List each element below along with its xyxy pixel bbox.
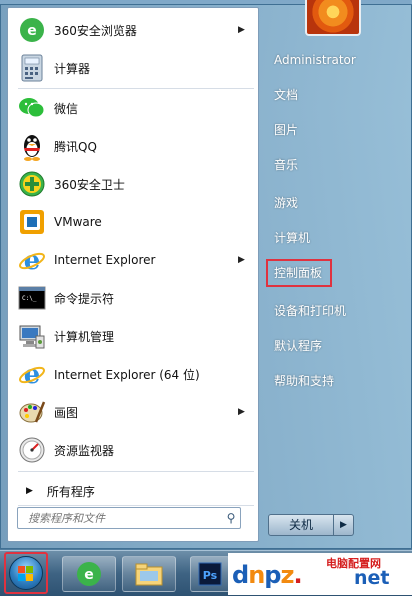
watermark-domain: dnpz. [232, 561, 303, 589]
360-security-icon [16, 168, 48, 200]
right-item-pictures[interactable]: 图片 [274, 117, 298, 143]
wechat-icon [16, 92, 48, 124]
wm-d: d [232, 561, 249, 589]
paint-icon [16, 396, 48, 428]
program-label: 命令提示符 [54, 291, 115, 306]
shutdown-options-arrow-icon[interactable]: ▶ [334, 514, 354, 536]
program-item-ie[interactable]: e Internet Explorer ▶ [12, 243, 256, 277]
program-item-cmd[interactable]: C:\_ 命令提示符 [12, 281, 256, 315]
360-browser-icon: e [77, 562, 101, 586]
program-label: 360安全卫士 [54, 177, 125, 192]
right-item-devices-printers[interactable]: 设备和打印机 [274, 298, 346, 324]
resource-monitor-icon [16, 434, 48, 466]
right-item-default-programs[interactable]: 默认程序 [274, 333, 322, 359]
taskbar-photoshop[interactable]: Ps [190, 556, 230, 592]
program-item-360-security[interactable]: 360安全卫士 [12, 167, 256, 201]
program-item-computer-management[interactable]: 计算机管理 [12, 319, 256, 353]
ie-icon: e [16, 244, 48, 276]
wm-n: n [248, 561, 265, 589]
program-item-resource-monitor[interactable]: 资源监视器 [12, 433, 256, 467]
right-item-administrator[interactable]: Administrator [274, 47, 356, 73]
windows-orb-icon [9, 556, 43, 590]
program-label: 计算器 [54, 61, 91, 76]
program-item-ie-64[interactable]: e Internet Explorer (64 位) [12, 357, 256, 391]
360-browser-icon: e [16, 14, 48, 46]
program-item-wechat[interactable]: 微信 [12, 91, 256, 125]
calculator-icon [16, 52, 48, 84]
divider [18, 471, 254, 472]
program-label: Internet Explorer [54, 253, 156, 267]
program-label: 计算机管理 [54, 329, 115, 344]
right-item-documents[interactable]: 文档 [274, 82, 298, 108]
program-item-360-browser[interactable]: e 360安全浏览器 ▶ [12, 13, 256, 47]
taskbar-explorer[interactable] [122, 556, 176, 592]
shutdown-button[interactable]: 关机 [268, 514, 334, 536]
flag-blue [18, 574, 25, 581]
program-item-paint[interactable]: 画图 ▶ [12, 395, 256, 429]
folder-icon [135, 563, 163, 586]
program-label: Internet Explorer (64 位) [54, 367, 200, 382]
svg-text:e: e [24, 246, 41, 274]
right-item-help-support[interactable]: 帮助和支持 [274, 368, 334, 394]
qq-icon [16, 130, 48, 162]
watermark-logo: 电脑配置网 dnpz. net [228, 553, 412, 595]
program-item-qq[interactable]: 腾讯QQ [12, 129, 256, 163]
program-list-pane: e 360安全浏览器 ▶ 计算器 微信 腾讯QQ 360安全卫士 VMware [7, 7, 259, 542]
program-label: VMware [54, 215, 102, 229]
program-label: 360安全浏览器 [54, 23, 137, 38]
wm-z: z [280, 561, 294, 589]
wm-dot: . [293, 561, 302, 589]
right-item-computer[interactable]: 计算机 [274, 225, 310, 251]
svg-text:e: e [84, 567, 94, 583]
svg-text:C:\_: C:\_ [22, 295, 37, 302]
program-label: 腾讯QQ [54, 139, 97, 154]
divider [18, 505, 254, 506]
search-input[interactable] [26, 510, 222, 526]
svg-text:e: e [24, 360, 41, 388]
flag-red [18, 566, 25, 573]
program-label: 微信 [54, 101, 79, 116]
submenu-arrow-icon: ▶ [238, 407, 245, 417]
all-programs-button[interactable]: ▶ 所有程序 [12, 480, 256, 502]
svg-text:e: e [27, 23, 37, 39]
computer-management-icon [16, 320, 48, 352]
all-programs-label: 所有程序 [46, 484, 95, 499]
start-button[interactable] [4, 552, 48, 594]
vmware-icon [16, 206, 48, 238]
program-item-vmware[interactable]: VMware [12, 205, 256, 239]
right-item-games[interactable]: 游戏 [274, 190, 298, 216]
highlight-box [266, 259, 332, 287]
submenu-arrow-icon: ▶ [238, 25, 245, 35]
user-picture[interactable] [305, 0, 361, 36]
search-box[interactable]: ⚲ [17, 507, 241, 529]
right-item-music[interactable]: 音乐 [274, 152, 298, 178]
watermark-tld: net [354, 567, 390, 589]
ie-icon: e [16, 358, 48, 390]
play-arrow-icon: ▶ [26, 486, 33, 496]
svg-text:Ps: Ps [203, 569, 218, 582]
photoshop-icon: Ps [198, 562, 222, 586]
submenu-arrow-icon: ▶ [238, 255, 245, 265]
cmd-icon: C:\_ [16, 282, 48, 314]
program-item-calculator[interactable]: 计算器 [12, 51, 256, 85]
flag-green [26, 566, 33, 573]
flag-yellow [26, 574, 33, 581]
program-label: 资源监视器 [54, 443, 115, 458]
search-icon[interactable]: ⚲ [222, 511, 240, 525]
wm-p: p [264, 561, 281, 589]
program-label: 画图 [54, 405, 79, 420]
taskbar-360-browser[interactable]: e [62, 556, 116, 592]
divider [18, 88, 254, 89]
